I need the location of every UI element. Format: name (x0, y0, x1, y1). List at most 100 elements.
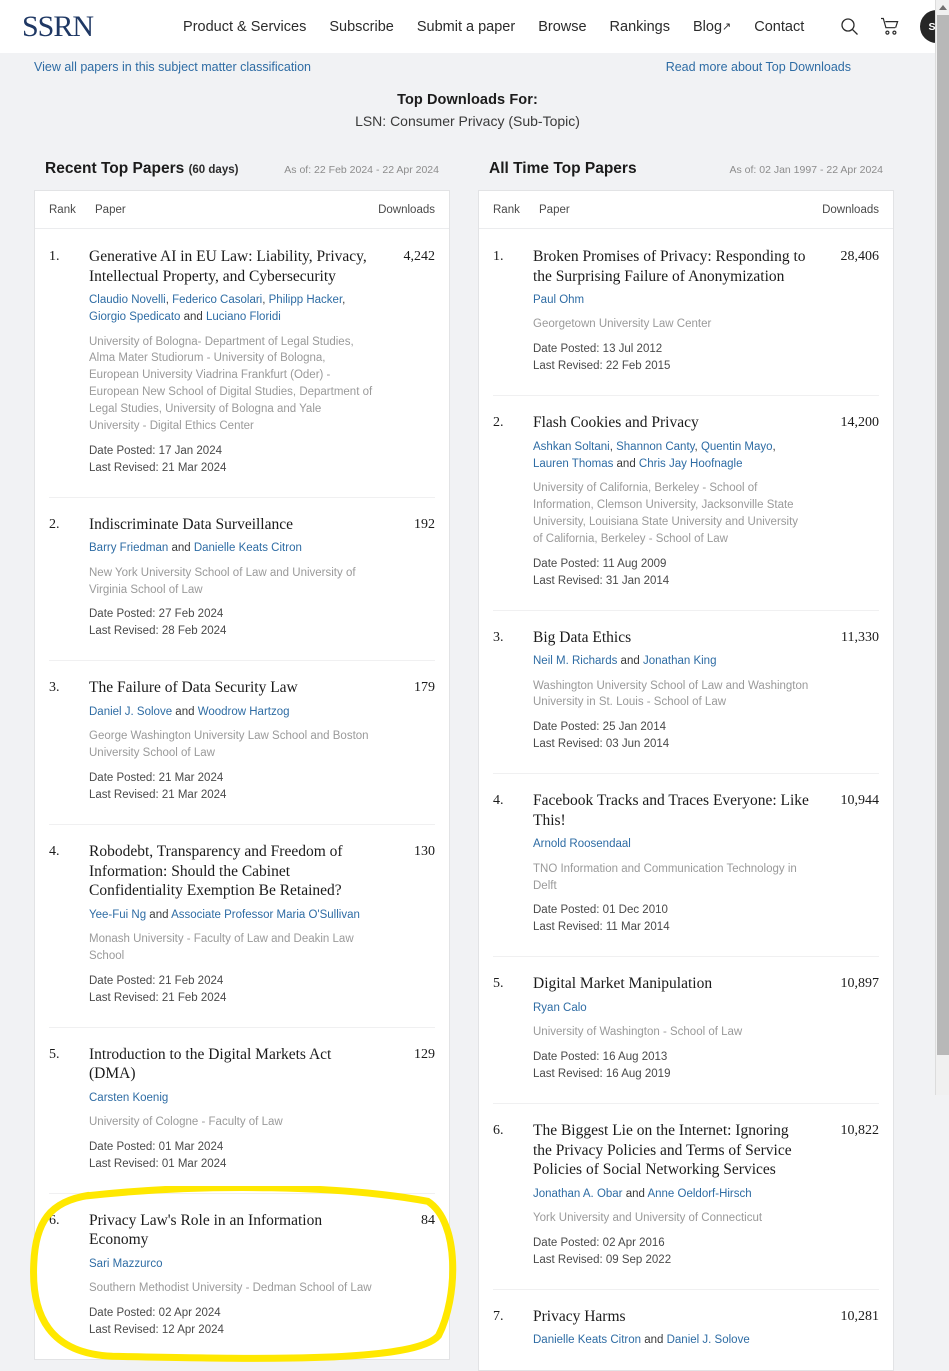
scroll-up-arrow-icon[interactable] (936, 0, 949, 14)
author-link[interactable]: Neil M. Richards (533, 655, 617, 667)
paper-title-link[interactable]: Big Data Ethics (533, 628, 809, 648)
date-posted: Date Posted: 21 Feb 2024 (89, 974, 224, 987)
paper-title-link[interactable]: Indiscriminate Data Surveillance (89, 515, 373, 535)
row-body: The Biggest Lie on the Internet: Ignorin… (533, 1121, 817, 1269)
page-scrollbar[interactable] (935, 0, 949, 1095)
author-link[interactable]: Shannon Canty (616, 441, 694, 453)
author-link[interactable]: Quentin Mayo (701, 441, 773, 453)
author-link[interactable]: Jonathan A. Obar (533, 1188, 623, 1200)
author-link[interactable]: Ashkan Soltani (533, 441, 610, 453)
author-link[interactable]: Giorgio Spedicato (89, 311, 180, 323)
table-row[interactable]: 5. Digital Market Manipulation Ryan Calo Un… (479, 956, 893, 1103)
author-link[interactable]: Claudio Novelli (89, 294, 166, 306)
table-row[interactable]: 3. The Failure of Data Security Law Daniel… (35, 660, 449, 824)
paper-authors: Daniel J. Solove and Woodrow Hartzog (89, 706, 290, 718)
paper-title-link[interactable]: Facebook Tracks and Traces Everyone: Lik… (533, 791, 809, 830)
search-icon[interactable] (838, 16, 860, 38)
row-body: Facebook Tracks and Traces Everyone: Lik… (533, 791, 817, 936)
last-revised: Last Revised: 31 Jan 2014 (533, 574, 670, 587)
paper-affiliation: Georgetown University Law Center (533, 318, 712, 331)
author-link[interactable]: Ryan Calo (533, 1002, 587, 1014)
paper-title-link[interactable]: Privacy Harms (533, 1307, 809, 1327)
nav-item-subscribe[interactable]: Subscribe (329, 19, 393, 35)
all-time-column-title: All Time Top Papers (489, 160, 637, 178)
date-posted: Date Posted: 21 Mar 2024 (89, 772, 224, 785)
shopping-cart-icon[interactable] (879, 16, 901, 38)
author-link[interactable]: Associate Professor Maria O'Sullivan (171, 909, 360, 921)
table-row[interactable]: 5. Introduction to the Digital Markets Ac… (35, 1026, 449, 1193)
table-row[interactable]: 6. The Biggest Lie on the Internet: Ignor… (479, 1103, 893, 1289)
author-link[interactable]: Anne Oeldorf-Hirsch (647, 1188, 751, 1200)
table-row[interactable]: 4. Robodebt, Transparency and Freedom of … (35, 824, 449, 1027)
author-link[interactable]: Danielle Keats Citron (194, 542, 302, 554)
paper-dates: Date Posted: 16 Aug 2013 Last Revised: 16… (533, 1049, 809, 1083)
row-body: Flash Cookies and Privacy Ashkan Soltani,… (533, 413, 817, 590)
recent-column-header: Recent Top Papers (60 days) As of: 22 Fe… (34, 160, 450, 190)
author-link[interactable]: Daniel J. Solove (667, 1334, 750, 1346)
nav-item-product-services[interactable]: Product & Services (183, 19, 306, 35)
author-link[interactable]: Chris Jay Hoofnagle (639, 458, 743, 470)
paper-title-link[interactable]: Broken Promises of Privacy: Responding t… (533, 247, 809, 286)
nav-item-contact[interactable]: Contact (754, 19, 804, 35)
paper-authors: Danielle Keats Citron and Daniel J. Solo… (533, 1334, 750, 1347)
author-link[interactable]: Luciano Floridi (206, 311, 281, 323)
author-link[interactable]: Yee-Fui Ng (89, 909, 146, 921)
author-link[interactable]: Lauren Thomas (533, 458, 613, 470)
download-count: 84 (421, 1212, 435, 1228)
table-row[interactable]: 2. Indiscriminate Data Surveillance Barry … (35, 496, 449, 661)
table-row[interactable]: 3. Big Data Ethics Neil M. Richards and Jo… (479, 609, 893, 774)
row-body: Privacy Harms Danielle Keats Citron and D… (533, 1307, 817, 1350)
paper-authors: Carsten Koenig (89, 1090, 373, 1107)
author-link[interactable]: Sari Mazzurco (89, 1258, 163, 1270)
table-row[interactable]: 1. Broken Promises of Privacy: Responding… (479, 229, 893, 395)
row-rank: 1. (493, 249, 504, 264)
view-all-papers-link[interactable]: View all papers in this subject matter c… (34, 60, 311, 74)
nav-item-rankings[interactable]: Rankings (610, 19, 670, 35)
row-body: Robodebt, Transparency and Freedom of In… (89, 842, 381, 1007)
paper-affiliation: University of Bologna- Department of Leg… (89, 335, 373, 432)
author-link[interactable]: Carsten Koenig (89, 1092, 168, 1104)
page-heading: Top Downloads For: LSN: Consumer Privacy… (0, 92, 935, 129)
main-nav: Product & Services Subscribe Submit a pa… (183, 19, 804, 35)
paper-title-link[interactable]: Generative AI in EU Law: Liability, Priv… (89, 247, 373, 286)
paper-title-link[interactable]: Robodebt, Transparency and Freedom of In… (89, 842, 373, 901)
author-link[interactable]: Philipp Hacker (269, 294, 343, 306)
row-rank: 3. (493, 629, 504, 645)
author-link[interactable]: Woodrow Hartzog (198, 706, 290, 718)
table-row[interactable]: 2. Flash Cookies and Privacy Ashkan Soltan… (479, 395, 893, 610)
paper-title-link[interactable]: Digital Market Manipulation (533, 974, 809, 994)
column-header-rank: Rank (49, 204, 76, 216)
nav-item-browse[interactable]: Browse (538, 19, 586, 35)
date-posted: Date Posted: 02 Apr 2016 (533, 1236, 665, 1249)
recent-period-label: (60 days) (188, 164, 239, 176)
read-more-top-downloads-link[interactable]: Read more about Top Downloads (666, 60, 851, 74)
date-posted: Date Posted: 02 Apr 2024 (89, 1307, 221, 1320)
nav-label: Contact (754, 18, 805, 35)
author-link[interactable]: Barry Friedman (89, 542, 168, 554)
paper-title-link[interactable]: Introduction to the Digital Markets Act … (89, 1045, 373, 1084)
paper-title-link[interactable]: The Biggest Lie on the Internet: Ignorin… (533, 1121, 809, 1180)
paper-dates: Date Posted: 02 Apr 2016 Last Revised: 09… (533, 1235, 809, 1269)
author-link[interactable]: Daniel J. Solove (89, 706, 172, 718)
paper-title-link[interactable]: Flash Cookies and Privacy (533, 413, 809, 433)
all-time-table-header: Rank Paper Downloads (479, 191, 893, 229)
scrollbar-thumb[interactable] (937, 15, 949, 1055)
download-count: 10,822 (840, 1123, 880, 1139)
nav-item-blog[interactable]: Blog↗ (693, 19, 731, 35)
table-row[interactable]: 4. Facebook Tracks and Traces Everyone: L… (479, 773, 893, 956)
author-link[interactable]: Arnold Roosendaal (533, 838, 631, 850)
paper-title-link[interactable]: The Failure of Data Security Law (89, 678, 373, 698)
paper-title-link[interactable]: Privacy Law's Role in an Information Eco… (89, 1211, 373, 1250)
paper-dates: Date Posted: 13 Jul 2012 Last Revised: 22… (533, 341, 809, 375)
nav-item-submit-a-paper[interactable]: Submit a paper (417, 19, 515, 35)
ssrn-logo[interactable]: SSRN (22, 11, 94, 42)
table-row[interactable]: 6. Privacy Law's Role in an Information E… (35, 1192, 449, 1359)
author-link[interactable]: Jonathan King (643, 655, 717, 667)
paper-affiliation: University of Washington - School of Law (533, 1026, 743, 1039)
author-link[interactable]: Paul Ohm (533, 294, 584, 306)
author-link[interactable]: Danielle Keats Citron (533, 1334, 641, 1346)
table-row[interactable]: 7. Privacy Harms Danielle Keats Citron and… (479, 1288, 893, 1370)
author-link[interactable]: Federico Casolari (172, 294, 262, 306)
table-row[interactable]: 1. Generative AI in EU Law: Liability, Pr… (35, 229, 449, 497)
nav-label: Submit a paper (416, 18, 516, 35)
